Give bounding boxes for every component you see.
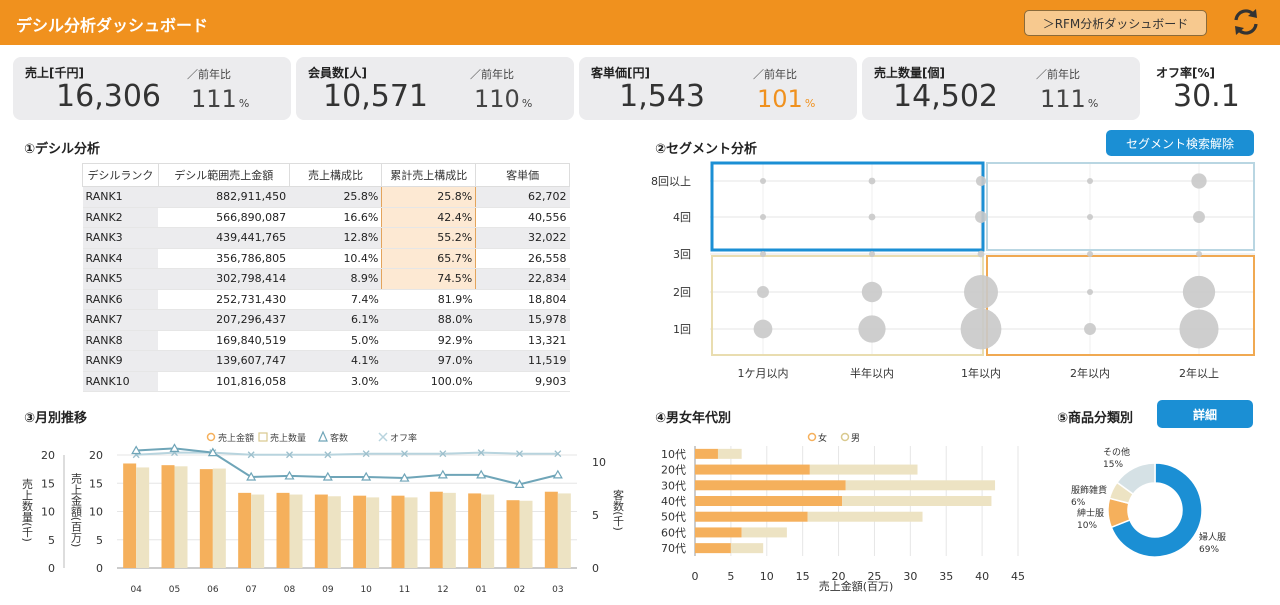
slice-label: 婦人服 bbox=[1199, 531, 1226, 543]
slice-label: その他 bbox=[1103, 446, 1130, 458]
slice-value: 69% bbox=[1199, 545, 1219, 555]
slice-label: 紳士服 bbox=[1077, 507, 1104, 519]
slice-label: 服飾雑貨 bbox=[1071, 484, 1107, 496]
slice-value: 6% bbox=[1071, 498, 1086, 508]
category-donut-chart: 婦人服 69% 紳士服 10% 服飾雑貨 6% その他 15% bbox=[1071, 446, 1226, 558]
slice-value: 10% bbox=[1077, 521, 1097, 531]
slice-value: 15% bbox=[1103, 460, 1123, 470]
